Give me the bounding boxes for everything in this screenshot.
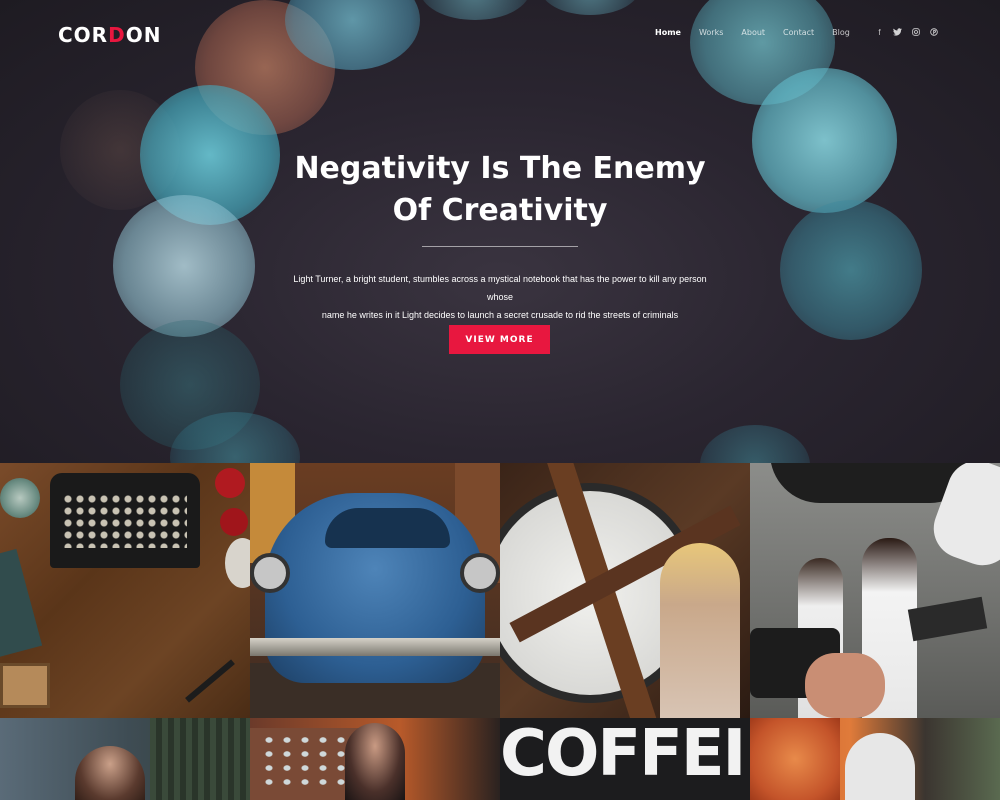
twitter-icon[interactable] <box>893 28 902 39</box>
bokeh-light <box>420 0 530 20</box>
bokeh-light <box>60 90 180 210</box>
hero-title: Negativity Is The Enemy Of Creativity <box>250 148 750 232</box>
woman-image <box>660 543 740 718</box>
gallery-tile-hood[interactable] <box>750 718 1000 800</box>
hero-title-line-2: Of Creativity <box>392 193 608 228</box>
site-logo[interactable]: CORDON <box>58 23 161 47</box>
nav-item-blog[interactable]: Blog <box>832 28 850 37</box>
gallery-tile-portrait-sunset[interactable] <box>250 718 500 800</box>
social-links: f <box>875 28 938 39</box>
view-more-button[interactable]: VIEW MORE <box>449 325 550 354</box>
nav-item-home[interactable]: Home <box>655 28 681 37</box>
typewriter-keys <box>62 493 187 548</box>
nav-item-contact[interactable]: Contact <box>783 28 814 37</box>
plate-image <box>225 538 250 588</box>
hero-description-line-1: Light Turner, a bright student, stumbles… <box>293 274 707 302</box>
bokeh-light <box>540 0 640 15</box>
car-windshield <box>325 508 450 548</box>
bokeh-light <box>170 412 300 463</box>
pen-image <box>185 659 235 703</box>
gallery-tile-portrait-street[interactable] <box>0 718 250 800</box>
hero-divider <box>422 246 578 247</box>
facebook-icon[interactable]: f <box>875 28 884 39</box>
logo-text-end: ON <box>125 23 162 47</box>
rose-image <box>215 468 245 498</box>
hero-title-line-1: Negativity Is The Enemy <box>294 151 706 186</box>
hero-section: CORDON Home Works About Contact Blog f N… <box>0 0 1000 463</box>
car-headlight <box>460 553 500 593</box>
gallery-tile-typewriter[interactable] <box>0 463 250 718</box>
main-nav: Home Works About Contact Blog <box>655 28 868 37</box>
bokeh-light <box>780 200 922 340</box>
gallery-tile-clock[interactable] <box>500 463 750 718</box>
hand-image <box>805 653 885 718</box>
stamp-image <box>0 663 50 708</box>
bokeh-light <box>113 195 255 337</box>
logo-text-start: COR <box>58 23 109 47</box>
hero-description-line-2: name he writes in it Light decides to la… <box>321 310 679 320</box>
bokeh-light <box>700 425 810 463</box>
notebook-image <box>0 548 43 658</box>
laptop-image <box>907 596 988 642</box>
nav-item-works[interactable]: Works <box>699 28 723 37</box>
person-image <box>345 723 405 800</box>
coffee-sign-text: COFFEI <box>500 718 746 791</box>
background-blur <box>150 718 250 800</box>
rose-image <box>220 508 248 536</box>
gallery-tile-car[interactable] <box>250 463 500 718</box>
pinterest-icon[interactable] <box>929 28 938 39</box>
car-headlight <box>250 553 290 593</box>
instagram-icon[interactable] <box>911 28 920 39</box>
bokeh-light <box>690 0 835 105</box>
bokeh-light <box>195 0 335 135</box>
succulent-image <box>0 478 40 518</box>
bokeh-light <box>752 68 897 213</box>
logo-text-accent: D <box>108 23 126 47</box>
nav-item-about[interactable]: About <box>741 28 765 37</box>
hooded-person-image <box>845 733 915 800</box>
bokeh-light <box>285 0 420 70</box>
gallery-tile-studio[interactable] <box>750 463 1000 718</box>
hero-description: Light Turner, a bright student, stumbles… <box>290 270 710 324</box>
smoke-image <box>750 718 840 800</box>
girl-image <box>75 746 145 800</box>
gallery-tile-coffee[interactable]: COFFEI <box>500 718 750 800</box>
car-bumper <box>250 638 500 656</box>
bokeh-light <box>120 320 260 450</box>
